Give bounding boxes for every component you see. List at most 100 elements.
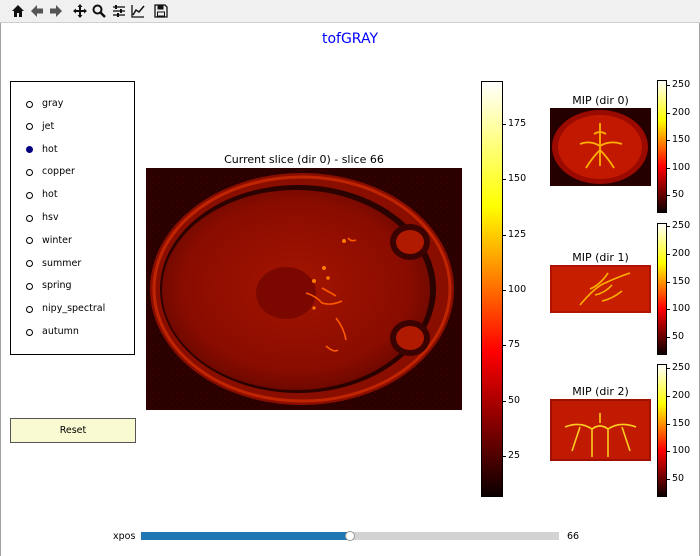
mip-dir0-image[interactable]	[550, 108, 651, 186]
colormap-option[interactable]: winter	[11, 233, 134, 249]
save-icon[interactable]	[153, 3, 169, 19]
main-colorbar-tick-mark	[503, 179, 506, 181]
navigation-toolbar	[0, 0, 700, 23]
mip-dir1-colorbar-tick-mark	[667, 281, 670, 283]
mip-dir2-colorbar-tick-label: 50	[672, 473, 685, 484]
mip-dir2-colorbar-tick-mark	[667, 479, 670, 480]
figure-title: tofGRAY	[321, 31, 379, 47]
slider-value: 66	[567, 531, 580, 542]
main-colorbar-tick-mark	[503, 234, 506, 236]
radio-button-icon[interactable]	[26, 100, 33, 108]
colormap-option-label: hot	[42, 143, 58, 155]
mip-dir2-colorbar-tick-mark	[667, 395, 670, 397]
colormap-option[interactable]: hsv	[11, 210, 134, 226]
pan-icon[interactable]	[72, 3, 88, 19]
mip-dir2-image[interactable]	[550, 399, 651, 461]
slider-label: xpos	[113, 531, 136, 542]
mip-dir2-colorbar	[657, 364, 667, 497]
mip-dir1-title: MIP (dir 1)	[572, 251, 629, 264]
main-colorbar-tick-mark	[503, 400, 506, 402]
colormap-option[interactable]: summer	[11, 256, 134, 272]
radio-button-icon[interactable]	[26, 214, 33, 222]
colormap-option-label: spring	[42, 280, 72, 292]
colormap-option[interactable]: spring	[11, 278, 134, 294]
mip-dir1-colorbar	[657, 223, 667, 355]
main-colorbar-tick-label: 75	[508, 339, 521, 351]
radio-button-icon[interactable]	[26, 282, 33, 290]
radio-button-icon[interactable]	[26, 123, 33, 131]
radio-button-icon[interactable]	[26, 305, 33, 313]
slider-handle[interactable]	[345, 531, 355, 541]
current-slice-image[interactable]	[146, 168, 462, 410]
main-colorbar-tick-label: 100	[508, 284, 527, 295]
mip-dir2-colorbar-tick-mark	[667, 423, 670, 425]
main-colorbar	[481, 81, 503, 497]
mip-dir2-colorbar-tick-mark	[667, 368, 670, 369]
mip-dir1-colorbar-tick-label: 50	[672, 331, 685, 342]
zoom-icon[interactable]	[91, 3, 107, 19]
mip-dir0-colorbar-tick-label: 150	[672, 134, 691, 145]
slice-axes-title: Current slice (dir 0) - slice 66	[224, 153, 384, 166]
radio-button-icon[interactable]	[26, 168, 33, 176]
mip-dir0-colorbar	[657, 80, 667, 213]
mip-dir2-colorbar-tick-label: 100	[672, 445, 691, 457]
mip-dir0-title: MIP (dir 0)	[572, 94, 629, 107]
colormap-option[interactable]: nipy_spectral	[11, 301, 134, 317]
mip-dir0-colorbar-tick-mark	[667, 85, 670, 86]
colormap-option-label: nipy_spectral	[42, 303, 106, 315]
colormap-option[interactable]: autumn	[11, 324, 134, 340]
radio-button-icon[interactable]	[26, 328, 33, 336]
reset-button[interactable]: Reset	[10, 418, 136, 443]
colormap-option-label: summer	[42, 257, 82, 269]
main-colorbar-tick-mark	[503, 290, 506, 291]
colormap-option[interactable]: gray	[11, 96, 134, 112]
main-colorbar-tick-label: 25	[508, 450, 521, 461]
forward-arrow-icon[interactable]	[48, 3, 64, 19]
back-arrow-icon[interactable]	[29, 3, 45, 19]
mip-dir2-colorbar-tick-label: 200	[672, 389, 691, 401]
radio-button-icon[interactable]	[26, 191, 33, 199]
main-colorbar-tick-mark	[503, 345, 506, 347]
colormap-option-label: jet	[42, 120, 55, 132]
mip-dir1-colorbar-tick-mark	[667, 309, 670, 311]
colormap-option-label: copper	[42, 166, 75, 178]
radio-button-icon[interactable]	[26, 237, 33, 245]
colormap-option[interactable]: hot	[11, 142, 134, 158]
colormap-option[interactable]: copper	[11, 164, 134, 180]
main-colorbar-tick-mark	[503, 124, 506, 125]
mip-dir2-colorbar-tick-label: 150	[672, 417, 691, 429]
radio-button-icon[interactable]	[26, 260, 33, 268]
mip-dir2-colorbar-tick-label: 250	[672, 362, 691, 373]
slider-fill	[141, 532, 350, 540]
colormap-option-label: gray	[42, 98, 64, 109]
mip-dir0-colorbar-tick-mark	[667, 112, 670, 114]
edit-axis-icon[interactable]	[130, 3, 146, 19]
colormap-option-label: autumn	[42, 326, 79, 337]
mip-dir0-colorbar-tick-label: 250	[672, 79, 691, 90]
mip-dir0-colorbar-tick-mark	[667, 195, 670, 196]
mip-dir1-colorbar-tick-label: 250	[672, 220, 691, 231]
colormap-option-label: hsv	[42, 212, 59, 223]
radio-button-icon[interactable]	[26, 146, 33, 154]
mip-dir0-colorbar-tick-mark	[667, 167, 670, 169]
home-icon[interactable]	[10, 3, 26, 19]
mip-dir1-colorbar-tick-mark	[667, 226, 670, 227]
mip-dir0-colorbar-tick-label: 200	[672, 106, 691, 118]
main-colorbar-tick-mark	[503, 456, 506, 457]
configure-subplots-icon[interactable]	[111, 3, 127, 19]
mip-dir1-colorbar-tick-mark	[667, 337, 670, 338]
colormap-option[interactable]: hot	[11, 187, 134, 203]
mip-dir2-colorbar-tick-mark	[667, 451, 670, 453]
main-colorbar-tick-label: 50	[508, 394, 521, 406]
main-colorbar-tick-label: 125	[508, 228, 527, 240]
mip-dir1-colorbar-tick-label: 200	[672, 247, 691, 259]
main-colorbar-tick-label: 175	[508, 118, 527, 129]
mip-dir0-colorbar-tick-label: 100	[672, 161, 691, 173]
colormap-option-label: hot	[42, 189, 58, 201]
mip-dir1-colorbar-tick-mark	[667, 253, 670, 255]
colormap-option[interactable]: jet	[11, 119, 134, 135]
mip-dir1-image[interactable]	[550, 265, 651, 313]
main-colorbar-tick-label: 150	[508, 173, 527, 185]
xpos-slider[interactable]	[141, 531, 559, 541]
mip-dir1-colorbar-tick-label: 150	[672, 275, 691, 287]
